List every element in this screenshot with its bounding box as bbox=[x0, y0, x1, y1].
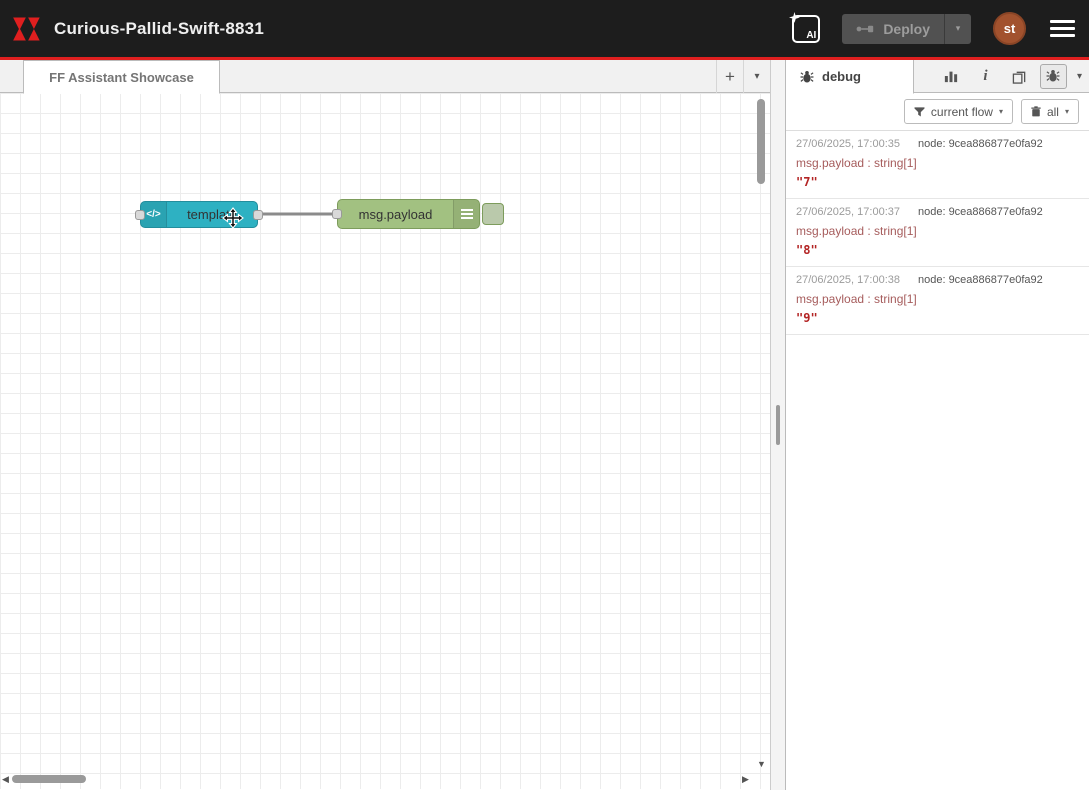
flow-list-caret[interactable]: ▾ bbox=[743, 60, 770, 93]
message-value: "8" bbox=[796, 243, 1079, 257]
message-node-id: node: 9cea886877e0fa92 bbox=[918, 274, 1043, 286]
deploy-label: Deploy bbox=[883, 21, 930, 37]
template-node-label: template bbox=[167, 207, 257, 222]
tab-help[interactable] bbox=[1006, 64, 1033, 89]
header-actions: AI Deploy ▾ st bbox=[792, 12, 1077, 45]
debug-tab-label: debug bbox=[822, 69, 861, 84]
message-property: msg.payload : string[1] bbox=[796, 224, 1079, 238]
debug-message: 27/06/2025, 17:00:38 node: 9cea886877e0f… bbox=[786, 267, 1089, 335]
app-header: Curious-Pallid-Swift-8831 AI Deploy ▾ st bbox=[0, 0, 1089, 57]
flow-tab-label: FF Assistant Showcase bbox=[49, 70, 194, 85]
instance-title: Curious-Pallid-Swift-8831 bbox=[54, 19, 264, 39]
wire-layer bbox=[0, 93, 770, 789]
message-meta: 27/06/2025, 17:00:35 node: 9cea886877e0f… bbox=[796, 138, 1079, 150]
sidebar-tab-icons: i ▾ bbox=[938, 60, 1089, 92]
debug-toolbar: current flow ▾ all ▾ bbox=[786, 93, 1089, 130]
sidebar-tabs-caret[interactable]: ▾ bbox=[1077, 71, 1082, 82]
debug-clear-label: all bbox=[1047, 105, 1059, 119]
message-meta: 27/06/2025, 17:00:37 node: 9cea886877e0f… bbox=[796, 206, 1079, 218]
scroll-down-arrow[interactable]: ▼ bbox=[757, 760, 766, 769]
sidebar-tabbar: debug i ▾ bbox=[786, 60, 1089, 93]
tab-debug[interactable]: debug bbox=[786, 60, 914, 94]
message-timestamp: 27/06/2025, 17:00:37 bbox=[796, 206, 900, 218]
message-node-id: node: 9cea886877e0fa92 bbox=[918, 138, 1043, 150]
splitter-grip-icon[interactable] bbox=[776, 405, 780, 445]
add-flow-button[interactable]: + bbox=[716, 60, 743, 93]
book-icon bbox=[1012, 69, 1027, 84]
scroll-right-arrow[interactable]: ▶ bbox=[742, 775, 749, 784]
template-input-port[interactable] bbox=[135, 210, 145, 220]
sparkle-icon bbox=[789, 12, 800, 23]
deploy-main[interactable]: Deploy bbox=[842, 21, 944, 37]
scroll-left-arrow[interactable]: ◀ bbox=[2, 775, 9, 784]
flow-tab-active[interactable]: FF Assistant Showcase bbox=[23, 60, 220, 94]
tab-dashboard[interactable] bbox=[938, 64, 965, 89]
message-timestamp: 27/06/2025, 17:00:38 bbox=[796, 274, 900, 286]
message-node-id: node: 9cea886877e0fa92 bbox=[918, 206, 1043, 218]
main-menu-button[interactable] bbox=[1048, 16, 1077, 41]
ai-assistant-button[interactable]: AI bbox=[792, 15, 820, 43]
debug-filter-label: current flow bbox=[931, 105, 993, 119]
deploy-options-caret[interactable]: ▾ bbox=[944, 14, 971, 44]
deploy-icon bbox=[856, 23, 874, 35]
flow-canvas[interactable]: </> template msg.payload ▼ ◀ bbox=[0, 93, 770, 789]
funnel-icon bbox=[914, 107, 925, 117]
debug-clear-button[interactable]: all ▾ bbox=[1021, 99, 1079, 124]
deploy-button[interactable]: Deploy ▾ bbox=[842, 14, 971, 44]
bug-icon bbox=[1046, 69, 1060, 83]
message-meta: 27/06/2025, 17:00:38 node: 9cea886877e0f… bbox=[796, 274, 1079, 286]
message-timestamp: 27/06/2025, 17:00:35 bbox=[796, 138, 900, 150]
debug-filter-button[interactable]: current flow ▾ bbox=[904, 99, 1013, 124]
flow-tab-actions: + ▾ bbox=[716, 60, 770, 93]
debug-message: 27/06/2025, 17:00:37 node: 9cea886877e0f… bbox=[786, 199, 1089, 267]
message-property: msg.payload : string[1] bbox=[796, 292, 1079, 306]
info-icon: i bbox=[983, 68, 987, 85]
workspace: FF Assistant Showcase + ▾ </> template bbox=[0, 60, 770, 790]
trash-icon bbox=[1031, 106, 1041, 117]
tab-info[interactable]: i bbox=[972, 64, 999, 89]
horizontal-scrollbar-thumb[interactable] bbox=[12, 775, 86, 783]
user-avatar[interactable]: st bbox=[993, 12, 1026, 45]
chart-icon bbox=[944, 69, 958, 83]
sidebar-splitter[interactable] bbox=[770, 60, 786, 790]
flow-tabbar: FF Assistant Showcase + ▾ bbox=[0, 60, 770, 93]
template-output-port[interactable] bbox=[253, 210, 263, 220]
debug-messages: 27/06/2025, 17:00:35 node: 9cea886877e0f… bbox=[786, 130, 1089, 790]
debug-message: 27/06/2025, 17:00:35 node: 9cea886877e0f… bbox=[786, 131, 1089, 199]
debug-toggle-button[interactable] bbox=[482, 203, 504, 225]
message-property: msg.payload : string[1] bbox=[796, 156, 1079, 170]
debug-list-icon bbox=[453, 200, 479, 228]
vertical-scrollbar-thumb[interactable] bbox=[757, 99, 765, 184]
debug-input-port[interactable] bbox=[332, 209, 342, 219]
bug-icon bbox=[800, 70, 814, 84]
ai-label: AI bbox=[806, 30, 816, 41]
chevron-down-icon: ▾ bbox=[999, 107, 1003, 116]
message-value: "7" bbox=[796, 175, 1079, 189]
chevron-down-icon: ▾ bbox=[1065, 107, 1069, 116]
sidebar: debug i ▾ current flo bbox=[786, 60, 1089, 790]
debug-node-label: msg.payload bbox=[338, 207, 453, 222]
node-debug[interactable]: msg.payload bbox=[337, 199, 480, 229]
flowfuse-logo[interactable] bbox=[12, 16, 42, 42]
message-value: "9" bbox=[796, 311, 1079, 325]
tab-debug-mini[interactable] bbox=[1040, 64, 1067, 89]
node-template[interactable]: </> template bbox=[140, 201, 258, 228]
